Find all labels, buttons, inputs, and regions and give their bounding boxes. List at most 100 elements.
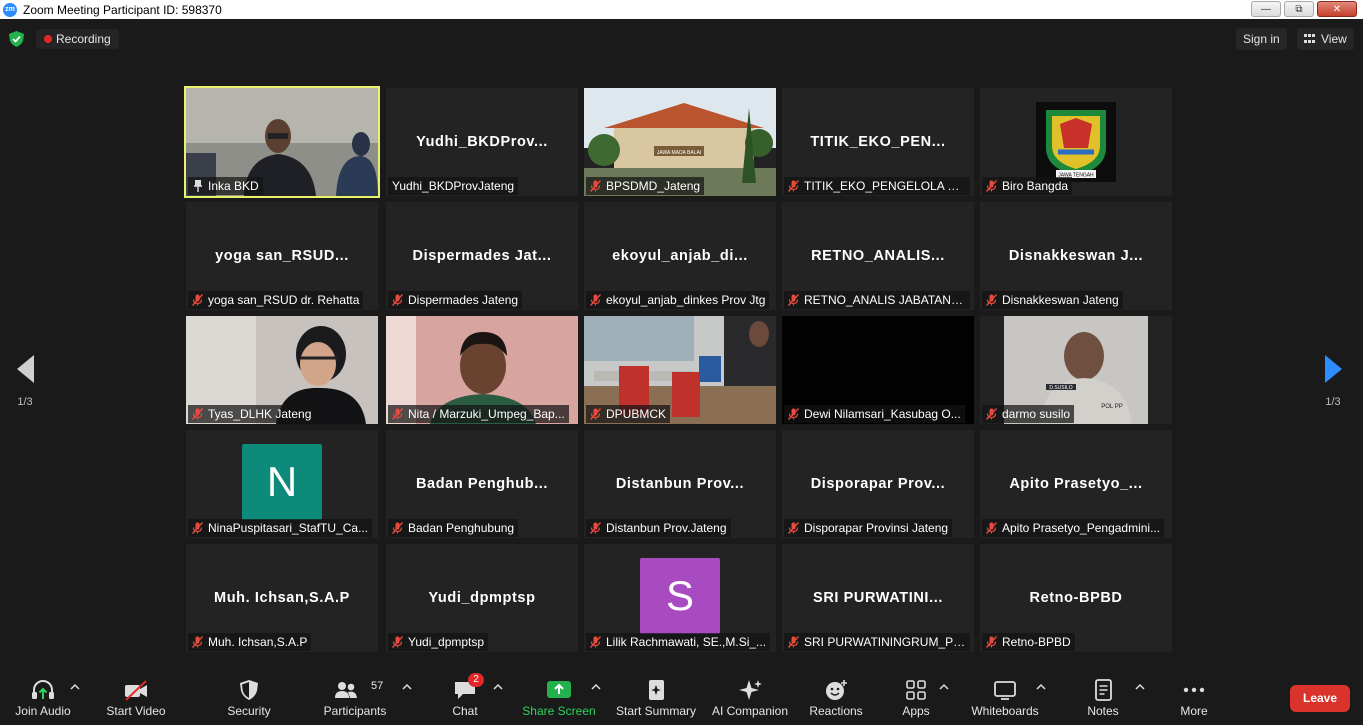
participant-name-label: RETNO_ANALIS JABATAN_... bbox=[784, 291, 970, 309]
participant-name: Dispermades Jateng bbox=[408, 293, 519, 307]
participant-tile[interactable]: Disnakkeswan J... Disnakkeswan Jateng bbox=[980, 202, 1172, 310]
view-button[interactable]: View bbox=[1297, 28, 1354, 50]
ai-companion-label: AI Companion bbox=[711, 704, 789, 718]
participant-tile[interactable]: JAWA TENGAH Biro Bangda bbox=[980, 88, 1172, 196]
participant-display-name: Muh. Ichsan,S.A.P bbox=[214, 590, 350, 606]
participant-tile[interactable]: N NinaPuspitasari_StafTU_Ca... bbox=[186, 430, 378, 538]
participant-name-label: ekoyul_anjab_dinkes Prov Jtg bbox=[586, 291, 770, 309]
participant-name-label: Lilik Rachmawati, SE.,M.Si_... bbox=[586, 633, 771, 651]
audio-options-caret-icon[interactable] bbox=[70, 683, 80, 691]
participant-tile[interactable]: Apito Prasetyo_... Apito Prasetyo_Pengadm… bbox=[980, 430, 1172, 538]
participant-tile[interactable]: Distanbun Prov... Distanbun Prov.Jateng bbox=[584, 430, 776, 538]
participant-tile[interactable]: Dewi Nilamsari_Kasubag O... bbox=[782, 316, 974, 424]
reactions-button[interactable]: Reactions bbox=[805, 661, 867, 725]
apps-options-caret-icon[interactable] bbox=[939, 683, 949, 691]
participant-name: SRI PURWATININGRUM_PE... bbox=[804, 635, 970, 649]
participant-tile[interactable]: yoga san_RSUD... yoga san_RSUD dr. Rehatt… bbox=[186, 202, 378, 310]
participant-name-label: yoga san_RSUD dr. Rehatta bbox=[188, 291, 364, 309]
close-window-button[interactable]: ✕ bbox=[1317, 1, 1357, 17]
participant-name-label: Disnakkeswan Jateng bbox=[982, 291, 1123, 309]
share-screen-button[interactable]: Share Screen bbox=[520, 661, 598, 725]
participant-name: TITIK_EKO_PENGELOLA KE... bbox=[804, 179, 970, 193]
participant-tile[interactable]: Yudi_dpmptsp Yudi_dpmptsp bbox=[386, 544, 578, 652]
apps-icon bbox=[906, 680, 926, 700]
whiteboards-button[interactable]: Whiteboards bbox=[966, 661, 1044, 725]
mic-muted-icon bbox=[392, 522, 403, 534]
participant-tile[interactable]: D.SUSILO POL PP darmo susilo bbox=[980, 316, 1172, 424]
participant-name: Disnakkeswan Jateng bbox=[1002, 293, 1119, 307]
more-button[interactable]: More bbox=[1170, 661, 1218, 725]
join-audio-button[interactable]: Join Audio bbox=[8, 661, 78, 725]
participant-tile[interactable]: Nita / Marzuki_Umpeg_Bap... bbox=[386, 316, 578, 424]
participant-tile[interactable]: Retno-BPBD Retno-BPBD bbox=[980, 544, 1172, 652]
more-label: More bbox=[1180, 704, 1208, 718]
start-video-button[interactable]: Start Video bbox=[100, 661, 172, 725]
next-page-button[interactable]: 1/3 bbox=[1318, 355, 1348, 408]
grid-view-icon bbox=[1304, 34, 1315, 44]
participant-name-label: Badan Penghubung bbox=[388, 519, 519, 537]
participants-count: 57 bbox=[371, 680, 384, 692]
participant-tile[interactable]: RETNO_ANALIS... RETNO_ANALIS JABATAN_... bbox=[782, 202, 974, 310]
video-off-icon bbox=[125, 680, 147, 701]
participant-name: Apito Prasetyo_Pengadmini... bbox=[1002, 521, 1161, 535]
participant-tile[interactable]: Yudhi_BKDProv... Yudhi_BKDProvJateng bbox=[386, 88, 578, 196]
notes-options-caret-icon[interactable] bbox=[1135, 683, 1145, 691]
leave-button[interactable]: Leave bbox=[1290, 685, 1350, 712]
window-title: Zoom Meeting Participant ID: 598370 bbox=[23, 2, 222, 17]
participant-name: Biro Bangda bbox=[1002, 179, 1069, 193]
apps-button[interactable]: Apps bbox=[895, 661, 937, 725]
participant-name-label: Nita / Marzuki_Umpeg_Bap... bbox=[388, 405, 569, 423]
participant-tile[interactable]: Dispermades Jat... Dispermades Jateng bbox=[386, 202, 578, 310]
participant-name: Nita / Marzuki_Umpeg_Bap... bbox=[408, 407, 565, 421]
mic-muted-icon bbox=[788, 522, 799, 534]
mic-muted-icon bbox=[192, 522, 203, 534]
sign-in-button[interactable]: Sign in bbox=[1236, 28, 1287, 50]
mic-muted-icon bbox=[192, 294, 203, 306]
security-shield-icon bbox=[240, 680, 258, 700]
share-options-caret-icon[interactable] bbox=[591, 683, 601, 691]
participant-display-name: Yudhi_BKDProv... bbox=[416, 134, 548, 150]
participant-tile[interactable]: ekoyul_anjab_di... ekoyul_anjab_dinkes Pr… bbox=[584, 202, 776, 310]
chat-button[interactable]: Chat bbox=[440, 661, 490, 725]
recording-indicator[interactable]: Recording bbox=[36, 29, 119, 49]
mic-muted-icon bbox=[392, 294, 403, 306]
participant-tile[interactable]: JAWA MADA BALAI BPSDMD_Jateng bbox=[584, 88, 776, 196]
minimize-button[interactable]: — bbox=[1251, 1, 1281, 17]
previous-page-button[interactable]: 1/3 bbox=[10, 355, 40, 408]
participant-tile[interactable]: DPUBMCK bbox=[584, 316, 776, 424]
participant-display-name: RETNO_ANALIS... bbox=[811, 248, 945, 264]
chat-options-caret-icon[interactable] bbox=[493, 683, 503, 691]
ai-companion-button[interactable]: AI Companion bbox=[708, 661, 792, 725]
whiteboard-icon bbox=[994, 681, 1016, 700]
whiteboards-options-caret-icon[interactable] bbox=[1036, 683, 1046, 691]
participant-name-label: SRI PURWATININGRUM_PE... bbox=[784, 633, 970, 651]
participant-tile[interactable]: Tyas_DLHK Jateng bbox=[186, 316, 378, 424]
participant-name: Retno-BPBD bbox=[1002, 635, 1071, 649]
participant-tile[interactable]: Badan Penghub... Badan Penghubung bbox=[386, 430, 578, 538]
building-sign: JAWA MADA BALAI bbox=[657, 150, 701, 156]
participant-tile[interactable]: SRI PURWATINI... SRI PURWATININGRUM_PE... bbox=[782, 544, 974, 652]
participants-button[interactable]: Participants bbox=[318, 661, 392, 725]
participant-name: Inka BKD bbox=[208, 179, 259, 193]
participant-tile[interactable]: Inka BKD bbox=[184, 86, 380, 198]
security-button[interactable]: Security bbox=[216, 661, 282, 725]
participant-name-label: Tyas_DLHK Jateng bbox=[188, 405, 316, 423]
participant-tile[interactable]: TITIK_EKO_PEN... TITIK_EKO_PENGELOLA KE..… bbox=[782, 88, 974, 196]
notes-button[interactable]: Notes bbox=[1078, 661, 1128, 725]
participant-display-name: Dispermades Jat... bbox=[412, 248, 552, 264]
participants-label: Participants bbox=[323, 704, 387, 718]
participant-tile[interactable]: Muh. Ichsan,S.A.P Muh. Ichsan,S.A.P bbox=[186, 544, 378, 652]
participant-tile[interactable]: S Lilik Rachmawati, SE.,M.Si_... bbox=[584, 544, 776, 652]
encryption-shield-icon[interactable] bbox=[9, 31, 24, 47]
mic-muted-icon bbox=[590, 636, 601, 648]
participants-options-caret-icon[interactable] bbox=[402, 683, 412, 691]
participant-display-name: TITIK_EKO_PEN... bbox=[810, 134, 946, 150]
start-summary-button[interactable]: Start Summary bbox=[612, 661, 700, 725]
restore-button[interactable]: ⧉ bbox=[1284, 1, 1314, 17]
pin-icon bbox=[194, 180, 202, 192]
mic-muted-icon bbox=[986, 522, 997, 534]
participant-name-label: BPSDMD_Jateng bbox=[586, 177, 705, 195]
participant-tile[interactable]: Disporapar Prov... Disporapar Provinsi Ja… bbox=[782, 430, 974, 538]
view-label: View bbox=[1321, 32, 1347, 46]
security-label: Security bbox=[227, 704, 271, 718]
